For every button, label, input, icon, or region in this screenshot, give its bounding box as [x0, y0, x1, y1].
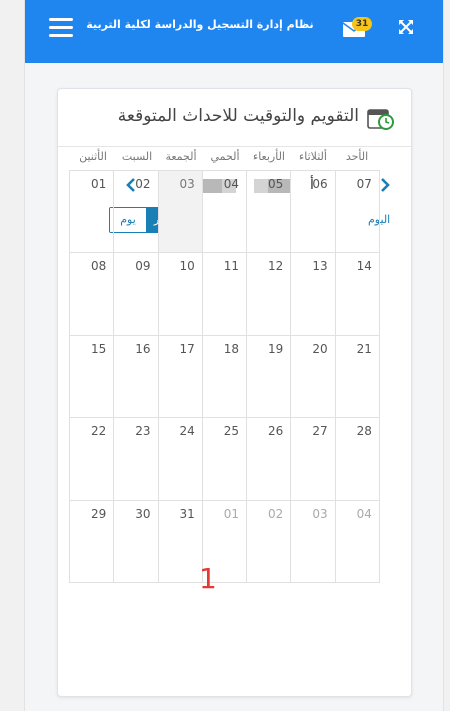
day-cell[interactable]: 24 — [158, 418, 203, 501]
day-cell[interactable]: 02 — [114, 171, 159, 254]
day-cell[interactable]: 11 — [202, 253, 248, 336]
day-number: 16 — [135, 341, 151, 356]
day-cell[interactable]: 16 — [114, 335, 159, 419]
day-cell[interactable]: 15 — [70, 335, 115, 419]
red-annotation-number: 1 — [199, 562, 217, 595]
day-cell[interactable]: 08 — [70, 253, 115, 336]
day-cell[interactable]: 04 — [202, 171, 248, 254]
day-number: 20 — [312, 341, 328, 356]
day-cell[interactable]: 31 — [158, 500, 203, 583]
day-cell[interactable]: 23 — [114, 418, 159, 501]
day-number: 18 — [223, 341, 240, 356]
day-number: 30 — [135, 506, 151, 521]
day-cell[interactable]: 01 — [70, 171, 115, 254]
day-cell[interactable]: 14 — [335, 253, 380, 336]
day-cell-next-month[interactable]: 03 — [291, 500, 336, 583]
day-number: 22 — [90, 424, 107, 439]
calendar-clock-icon — [366, 105, 394, 131]
day-cell[interactable]: 25 — [202, 418, 248, 501]
day-cell[interactable]: 21 — [335, 335, 380, 419]
day-cell[interactable]: 07 — [335, 171, 380, 254]
messages-button[interactable]: 31 — [342, 17, 372, 38]
day-number: 01 — [223, 506, 240, 521]
day-cell[interactable]: 22 — [70, 418, 115, 501]
day-cell-next-month[interactable]: 04 — [335, 500, 380, 583]
day-number: 14 — [356, 259, 372, 274]
day-cell[interactable]: 27 — [291, 418, 336, 501]
day-number: 31 — [179, 506, 195, 521]
day-number: 07 — [356, 177, 372, 191]
day-number: 05 — [268, 177, 284, 191]
day-number: 02 — [268, 506, 284, 521]
day-number: 26 — [268, 424, 284, 439]
day-cell[interactable]: 19 — [247, 335, 292, 419]
day-cell[interactable]: 18 — [202, 335, 248, 419]
day-number: 04 — [223, 177, 240, 191]
day-number: 08 — [90, 259, 107, 274]
hamburger-menu-icon[interactable] — [49, 18, 73, 38]
day-number: 09 — [135, 259, 151, 274]
day-cell[interactable]: 09 — [114, 253, 159, 336]
card-header: التقويم والتوقيت للاحداث المتوقعة — [58, 89, 411, 147]
day-number: 01 — [90, 177, 107, 191]
day-number: 21 — [356, 341, 372, 356]
weekday-label: ألحمي — [210, 150, 240, 163]
weekday-label: السبت — [121, 150, 153, 163]
day-cell[interactable]: 12 — [247, 253, 292, 336]
day-number: 03 — [179, 177, 195, 191]
weekday-label: ألجمعة — [165, 150, 197, 163]
month-grid: 01 02 03 04 05 06 07 08 09 10 11 12 13 1… — [69, 170, 380, 583]
day-cell[interactable]: 20 — [291, 335, 336, 419]
expand-arrows-icon[interactable] — [397, 18, 415, 36]
card-title: التقويم والتوقيت للاحداث المتوقعة — [117, 106, 359, 126]
day-cell[interactable]: 26 — [247, 418, 292, 501]
day-number: 03 — [312, 506, 328, 521]
day-number: 04 — [356, 506, 372, 521]
app-title: نظام إدارة التسجيل والدراسة لكلية التربي… — [86, 18, 314, 31]
day-cell[interactable]: 13 — [291, 253, 336, 336]
day-number: 12 — [268, 259, 284, 274]
day-cell-next-month[interactable]: 02 — [247, 500, 292, 583]
top-app-bar: نظام إدارة التسجيل والدراسة لكلية التربي… — [25, 0, 443, 63]
day-cell[interactable]: 06 — [291, 171, 336, 254]
message-count-badge: 31 — [352, 17, 372, 31]
day-cell[interactable]: 30 — [114, 500, 159, 583]
day-number: 02 — [135, 177, 151, 191]
weekday-label: الأحد — [345, 150, 369, 163]
day-cell[interactable]: 17 — [158, 335, 203, 419]
chevron-right-icon — [381, 178, 390, 192]
day-number: 29 — [90, 506, 107, 521]
day-cell[interactable]: 29 — [70, 500, 115, 583]
day-number: 23 — [135, 424, 151, 439]
day-cell[interactable]: 10 — [158, 253, 203, 336]
phone-screen: نظام إدارة التسجيل والدراسة لكلية التربي… — [24, 0, 444, 711]
next-month-button[interactable] — [378, 177, 392, 193]
day-number: 11 — [223, 259, 240, 274]
day-number: 24 — [179, 424, 195, 439]
weekday-header: الأثنين السبت ألجمعة ألحمي الأربعاء ألثل… — [71, 150, 379, 170]
day-cell[interactable]: 28 — [335, 418, 380, 501]
day-number: 17 — [179, 341, 195, 356]
weekday-label: ألثلاثاء — [299, 150, 327, 163]
day-number: 25 — [223, 424, 240, 439]
day-number: 15 — [90, 341, 107, 356]
day-cell-today[interactable]: 03 — [158, 171, 203, 254]
day-number: 10 — [179, 259, 195, 274]
day-number: 06 — [312, 177, 328, 191]
weekday-label: الأربعاء — [253, 150, 285, 163]
weekday-label: الأثنين — [79, 150, 107, 163]
day-number: 13 — [312, 259, 328, 274]
day-number: 19 — [268, 341, 284, 356]
day-cell[interactable]: 05 — [247, 171, 292, 254]
day-number: 27 — [312, 424, 328, 439]
day-number: 28 — [356, 424, 372, 439]
